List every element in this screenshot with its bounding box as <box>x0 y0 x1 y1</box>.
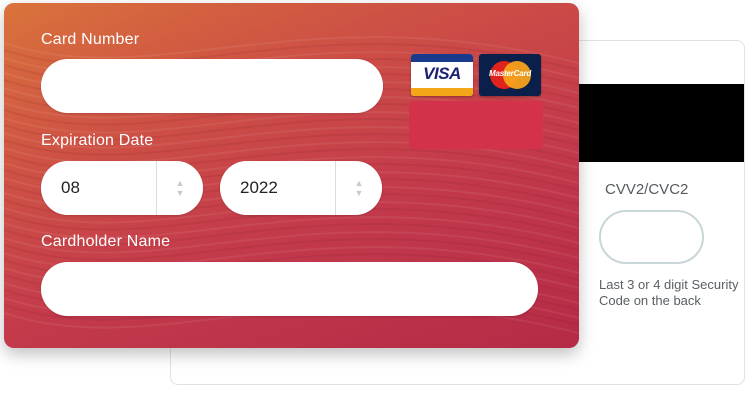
cardholder-name-field[interactable] <box>41 262 538 316</box>
cardholder-name-label: Cardholder Name <box>41 233 171 250</box>
cvv-input[interactable] <box>599 210 704 264</box>
card-number-field[interactable] <box>41 59 383 113</box>
mastercard-logo: MasterCard <box>479 54 541 96</box>
chevron-down-icon: ▼ <box>175 188 185 198</box>
expiry-month-value: 08 <box>61 178 80 197</box>
card-number-input[interactable] <box>41 59 383 113</box>
chevron-up-icon: ▲ <box>175 178 185 188</box>
expiry-year-select[interactable]: 2022 ▲ ▼ <box>220 161 382 215</box>
mastercard-logo-text: MasterCard <box>488 69 532 78</box>
expiry-year-spinner[interactable]: ▲ ▼ <box>335 161 382 215</box>
cardholder-name-input[interactable] <box>41 262 538 316</box>
cvv-label: CVV2/CVC2 <box>605 181 689 198</box>
card-front: Card Number VISA MasterCard Expiration D… <box>4 3 579 348</box>
visa-logo-text: VISA <box>423 64 461 83</box>
expiry-month-select[interactable]: 08 ▲ ▼ <box>41 161 203 215</box>
chevron-up-icon: ▲ <box>354 178 364 188</box>
visa-logo: VISA <box>411 54 473 96</box>
expiry-year-value: 2022 <box>240 178 278 197</box>
cvv-hint: Last 3 or 4 digit Security Code on the b… <box>599 277 739 308</box>
card-highlight-box <box>409 101 543 149</box>
expiry-month-spinner[interactable]: ▲ ▼ <box>156 161 203 215</box>
chevron-down-icon: ▼ <box>354 188 364 198</box>
expiration-date-label: Expiration Date <box>41 132 154 149</box>
card-number-label: Card Number <box>41 31 140 48</box>
